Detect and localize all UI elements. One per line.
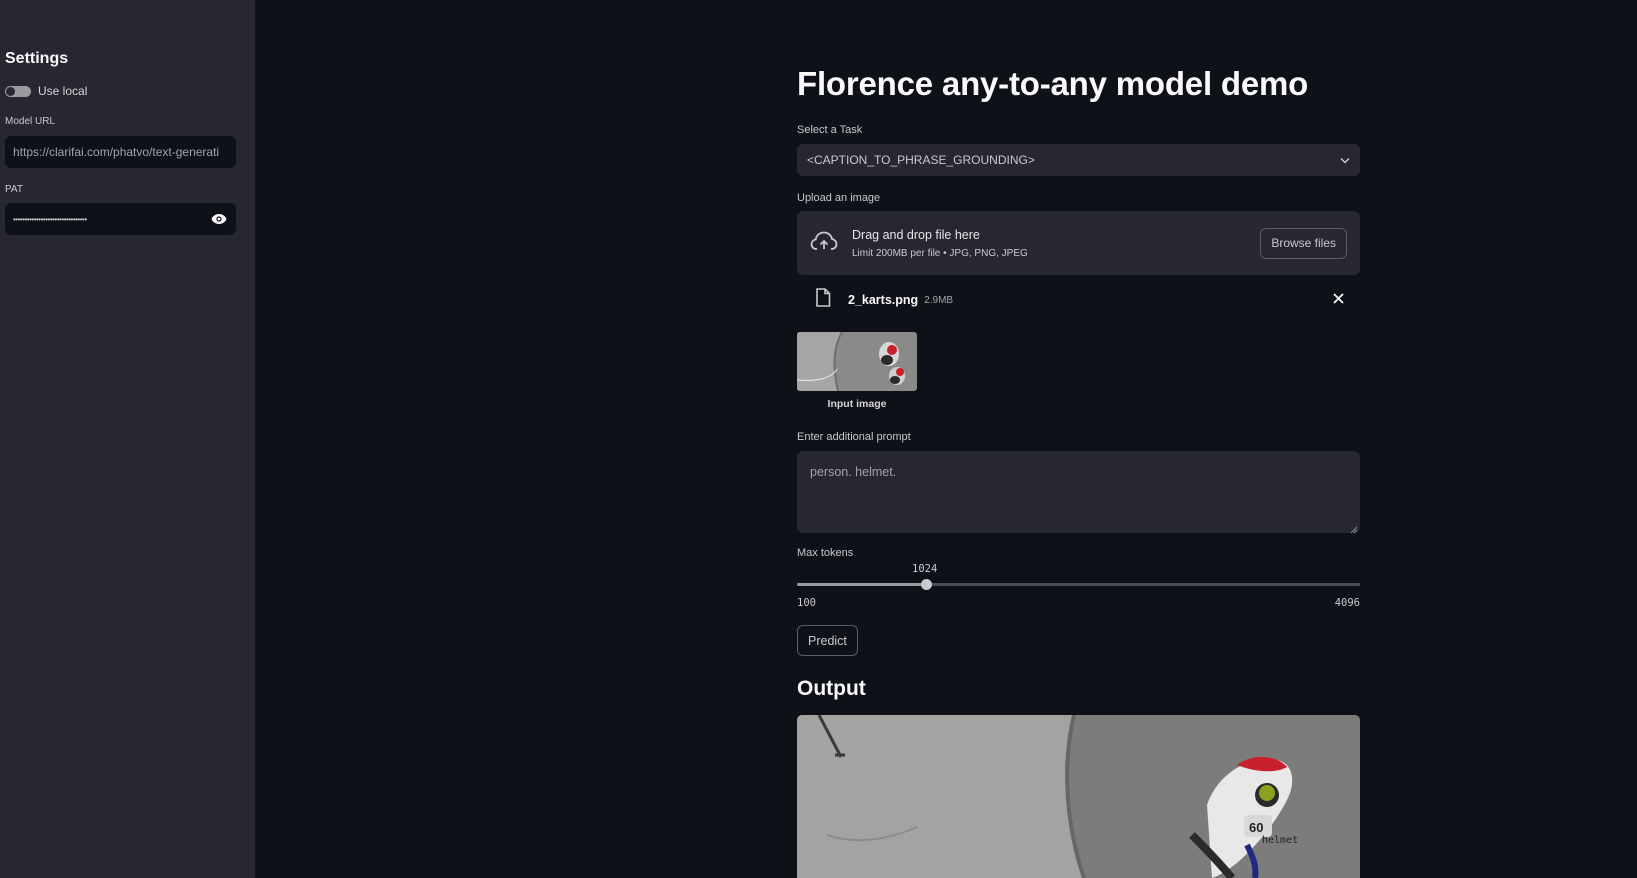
file-dropzone[interactable]: Drag and drop file here Limit 200MB per …	[797, 211, 1360, 275]
prompt-textarea[interactable]: person. helmet.	[797, 451, 1360, 534]
slider-max: 4096	[1334, 597, 1360, 609]
pat-value: ••••••••••••••••••••••••••••••••	[13, 214, 87, 224]
task-label: Select a Task	[797, 124, 863, 136]
dropzone-text: Drag and drop file here Limit 200MB per …	[852, 228, 1260, 259]
file-icon	[815, 288, 831, 312]
task-select[interactable]: <CAPTION_TO_PHRASE_GROUNDING>	[797, 144, 1360, 176]
use-local-label: Use local	[38, 84, 88, 98]
image-caption: Input image	[827, 398, 887, 410]
model-url-input[interactable]: https://clarifai.com/phatvo/text-generat…	[5, 136, 236, 168]
sidebar-title: Settings	[5, 50, 69, 67]
use-local-toggle-row[interactable]: Use local	[5, 84, 87, 98]
dropzone-limit: Limit 200MB per file • JPG, PNG, JPEG	[852, 247, 1028, 259]
slider-track[interactable]	[797, 583, 1360, 586]
output-heading: Output	[797, 677, 866, 700]
max-tokens-label: Max tokens	[797, 547, 854, 559]
file-size: 2.9MB	[924, 294, 954, 306]
pat-label: PAT	[5, 184, 23, 195]
slider-thumb[interactable]	[921, 579, 932, 590]
slider-min: 100	[797, 597, 816, 609]
slider-value: 1024	[912, 563, 938, 575]
output-overlay-label: helmet	[1262, 835, 1298, 846]
slider-fill	[797, 583, 926, 586]
use-local-toggle[interactable]	[5, 85, 31, 97]
task-select-value: <CAPTION_TO_PHRASE_GROUNDING>	[807, 153, 1035, 167]
input-image-thumbnail	[797, 332, 917, 391]
close-icon[interactable]	[1333, 291, 1344, 309]
dropzone-instruction: Drag and drop file here	[852, 227, 980, 242]
chevron-down-icon	[1340, 153, 1350, 167]
cloud-upload-icon	[810, 230, 838, 257]
toggle-knob	[6, 86, 15, 96]
eye-icon[interactable]	[210, 210, 228, 228]
resize-handle-icon[interactable]	[1350, 523, 1358, 534]
output-image: 60 helmet	[797, 715, 1360, 878]
file-name: 2_karts.png	[848, 293, 919, 307]
browse-files-button[interactable]: Browse files	[1260, 227, 1347, 259]
model-url-label: Model URL	[5, 116, 56, 127]
prompt-label: Enter additional prompt	[797, 431, 911, 443]
pat-input[interactable]: ••••••••••••••••••••••••••••••••	[5, 203, 236, 235]
page-title: Florence any-to-any model demo	[797, 65, 1309, 102]
uploaded-file-row: 2_karts.png 2.9MB	[797, 288, 1360, 312]
sidebar: Settings Use local Model URL https://cla…	[0, 0, 255, 878]
model-url-value: https://clarifai.com/phatvo/text-generat…	[13, 145, 220, 159]
svg-text:60: 60	[1249, 820, 1263, 835]
prompt-value: person. helmet.	[810, 465, 897, 479]
upload-label: Upload an image	[797, 192, 881, 204]
predict-button[interactable]: Predict	[797, 625, 858, 656]
